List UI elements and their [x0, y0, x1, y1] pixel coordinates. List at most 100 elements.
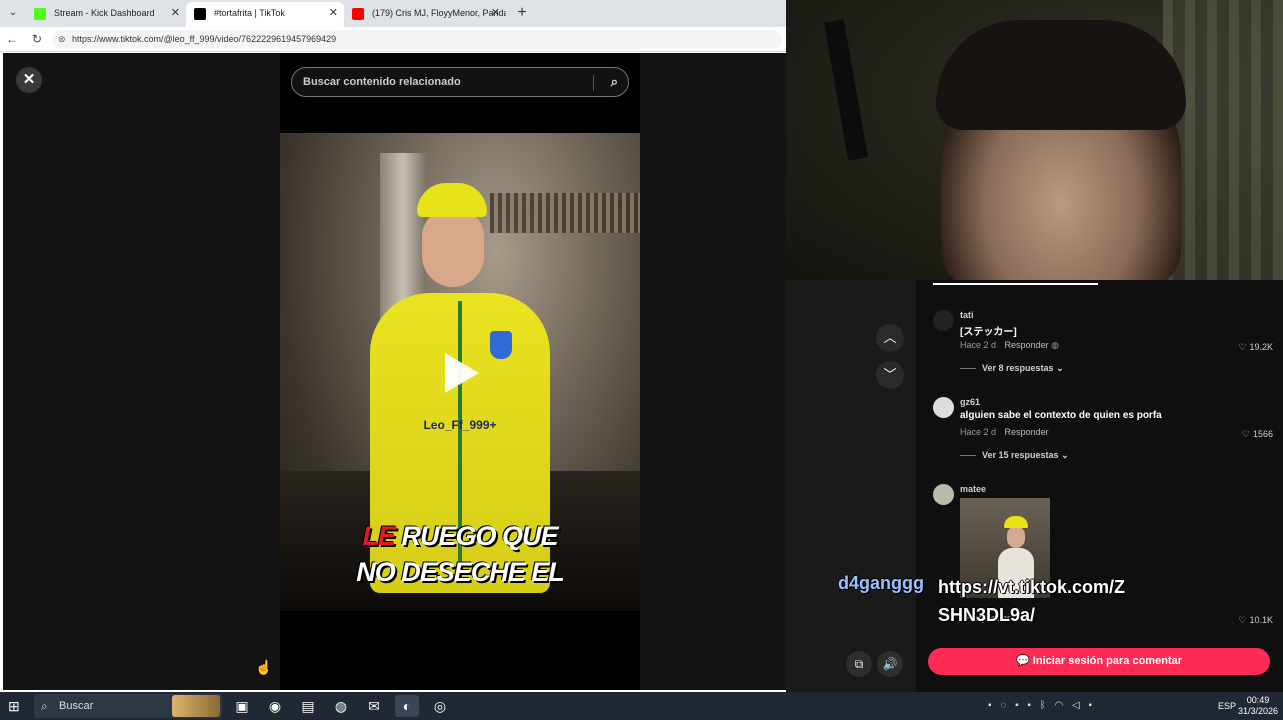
site-info-icon[interactable]: ⊜ — [58, 30, 66, 49]
tab-title: (179) Cris MJ, FloyyMenor, Panda — [372, 8, 506, 18]
like-count[interactable]: ♡ 10.1K — [1238, 615, 1273, 626]
creator-liked-icon: ◍ — [1051, 340, 1059, 350]
task-view-icon[interactable]: ▣ — [230, 695, 254, 717]
login-to-comment-button[interactable]: 💬 Iniciar sesión para comentar — [928, 648, 1270, 675]
tiktok-video-viewer: ✕ Buscar contenido relacionado ⌕ Leo_Ff_… — [3, 53, 786, 690]
comment-time: Hace 2 d — [960, 340, 997, 350]
mail-icon[interactable]: ✉ — [362, 695, 386, 717]
tab-kick-dashboard[interactable]: Stream - Kick Dashboard ✕ — [26, 2, 186, 27]
previous-video-chevron-up-icon[interactable]: ︿ — [876, 324, 904, 352]
hand-cursor-icon: ☝ — [255, 659, 273, 675]
comment-meta: Hace 2 d Responder — [960, 427, 1049, 437]
tray-app-icon[interactable]: ▪ — [1089, 700, 1093, 711]
kick-icon — [34, 8, 46, 20]
tray-app-icon[interactable]: ▪ — [988, 700, 992, 711]
system-clock[interactable]: 00:49 31/3/2026 — [1238, 695, 1278, 717]
volume-icon[interactable]: ◁ — [1072, 700, 1080, 711]
taskbar: ⊞ ⌕ Buscar ▣ ◉ ▤ ◍ ✉ ◐ ◎ ▪ ◌ ▪ ▪ ᛒ ◠ ◁ ▪… — [0, 692, 1283, 720]
face — [422, 209, 484, 287]
picture-in-picture-icon[interactable]: ⧉ — [846, 651, 872, 677]
comment-username[interactable]: matee — [960, 484, 986, 494]
tiktok-icon — [194, 8, 206, 20]
comment-time: Hace 2 d — [960, 427, 997, 437]
avatar[interactable] — [933, 484, 954, 505]
view-replies-link[interactable]: Ver 8 respuestas ⌄ — [960, 363, 1064, 374]
reply-link[interactable]: Responder — [1005, 427, 1049, 437]
close-video-button[interactable]: ✕ — [16, 67, 42, 93]
comment-bubble-icon: 💬 — [1016, 655, 1033, 667]
divider — [960, 368, 976, 370]
chrome-icon[interactable]: ◉ — [263, 695, 287, 717]
tab-tiktok[interactable]: #tortafrita | TikTok ✕ — [186, 2, 344, 27]
comment-username[interactable]: tati — [960, 310, 974, 320]
heart-icon: ♡ — [1238, 615, 1247, 625]
comment-username[interactable]: gz61 — [960, 397, 980, 407]
like-count-value: 1566 — [1252, 429, 1273, 439]
search-highlight-image — [172, 695, 220, 717]
reply-link[interactable]: Responder — [1005, 340, 1049, 350]
windows-start-icon[interactable]: ⊞ — [8, 698, 24, 714]
video-caption: LE RUEGO QUE NO DESECHE EL — [280, 518, 640, 590]
avatar[interactable] — [933, 310, 954, 331]
tray-app-icon[interactable]: ▪ — [1027, 700, 1031, 711]
firefox-icon[interactable]: ◍ — [329, 695, 353, 717]
like-count-value: 10.1K — [1249, 615, 1273, 625]
webcam-feed — [786, 0, 1283, 280]
tab-title: Stream - Kick Dashboard — [54, 8, 155, 18]
desktop: ⌄ Stream - Kick Dashboard ✕ #tortafrita … — [0, 0, 1283, 720]
search-divider — [593, 75, 594, 91]
tab-indicator — [933, 283, 1098, 285]
close-icon[interactable]: ✕ — [491, 2, 500, 25]
chat-message-line-1: https://vt.tiktok.com/Z — [938, 577, 1126, 597]
new-tab-plus-icon[interactable]: + — [512, 3, 532, 23]
streamer-hair — [936, 20, 1186, 130]
caption-line-1: RUEGO QUE — [394, 521, 558, 551]
comment-meta: Hace 2 d Responder ◍ — [960, 340, 1059, 351]
caption-red-word: LE — [362, 521, 396, 551]
taskbar-search-label: Buscar — [59, 700, 94, 712]
search-icon: ⌕ — [41, 699, 48, 713]
chat-overlay-message: https://vt.tiktok.com/Z SHN3DL9a/ — [938, 573, 1125, 629]
network-icon[interactable]: ◠ — [1055, 700, 1064, 711]
search-icon[interactable]: ⌕ — [611, 68, 618, 96]
input-language[interactable]: ESP — [1218, 692, 1236, 720]
related-search-input[interactable]: Buscar contenido relacionado ⌕ — [291, 67, 629, 97]
video-watermark: Leo_Ff_999+ — [423, 418, 497, 432]
sticker-face — [1007, 526, 1025, 548]
webcam-curtain — [1163, 0, 1283, 280]
play-icon[interactable] — [445, 353, 479, 393]
chat-message-line-2: SHN3DL9a/ — [938, 605, 1036, 625]
video-player[interactable]: Leo_Ff_999+ LE RUEGO QUE NO DESECHE EL — [280, 133, 640, 611]
volume-icon[interactable]: 🔊 — [877, 651, 903, 677]
clock-date: 31/3/2026 — [1238, 706, 1279, 716]
comment-text: alguien sabe el contexto de quien es por… — [960, 410, 1162, 421]
close-icon[interactable]: ✕ — [329, 2, 338, 25]
file-explorer-icon[interactable]: ▤ — [296, 695, 320, 717]
tab-bar: ⌄ Stream - Kick Dashboard ✕ #tortafrita … — [0, 0, 786, 27]
whatsapp-icon[interactable]: ◌ — [1000, 700, 1006, 711]
youtube-icon — [352, 8, 364, 20]
reload-icon[interactable]: ↻ — [28, 30, 46, 48]
tray-app-icon[interactable]: ▪ — [1015, 700, 1019, 711]
back-arrow-icon[interactable]: ← — [3, 30, 21, 48]
taskbar-search[interactable]: ⌕ Buscar — [34, 694, 222, 718]
url-field[interactable]: ⊜ https://www.tiktok.com/@leo_ff_999/vid… — [52, 30, 782, 49]
tab-list-chevron-icon[interactable]: ⌄ — [4, 4, 22, 22]
heart-icon: ♡ — [1238, 342, 1247, 352]
video-column: Buscar contenido relacionado ⌕ Leo_Ff_99… — [280, 53, 640, 690]
tab-youtube[interactable]: (179) Cris MJ, FloyyMenor, Panda ✕ — [344, 2, 506, 27]
view-replies-link[interactable]: Ver 15 respuestas ⌄ — [960, 450, 1069, 461]
comment-item: gz61 alguien sabe el contexto de quien e… — [933, 397, 1278, 467]
like-count-value: 19.2K — [1249, 342, 1273, 352]
obs-icon[interactable]: ◎ — [428, 695, 452, 717]
like-count[interactable]: ♡ 19.2K — [1238, 342, 1273, 353]
avatar[interactable] — [933, 397, 954, 418]
close-icon[interactable]: ✕ — [171, 2, 180, 25]
edge-icon[interactable]: ◐ — [395, 695, 419, 717]
like-count[interactable]: ♡ 1566 — [1242, 429, 1273, 440]
chat-overlay-username: d4ganggg — [838, 573, 924, 593]
divider — [960, 455, 976, 457]
microphone-arm — [823, 19, 869, 161]
bluetooth-icon[interactable]: ᛒ — [1040, 700, 1046, 711]
next-video-chevron-down-icon[interactable]: ﹀ — [876, 361, 904, 389]
